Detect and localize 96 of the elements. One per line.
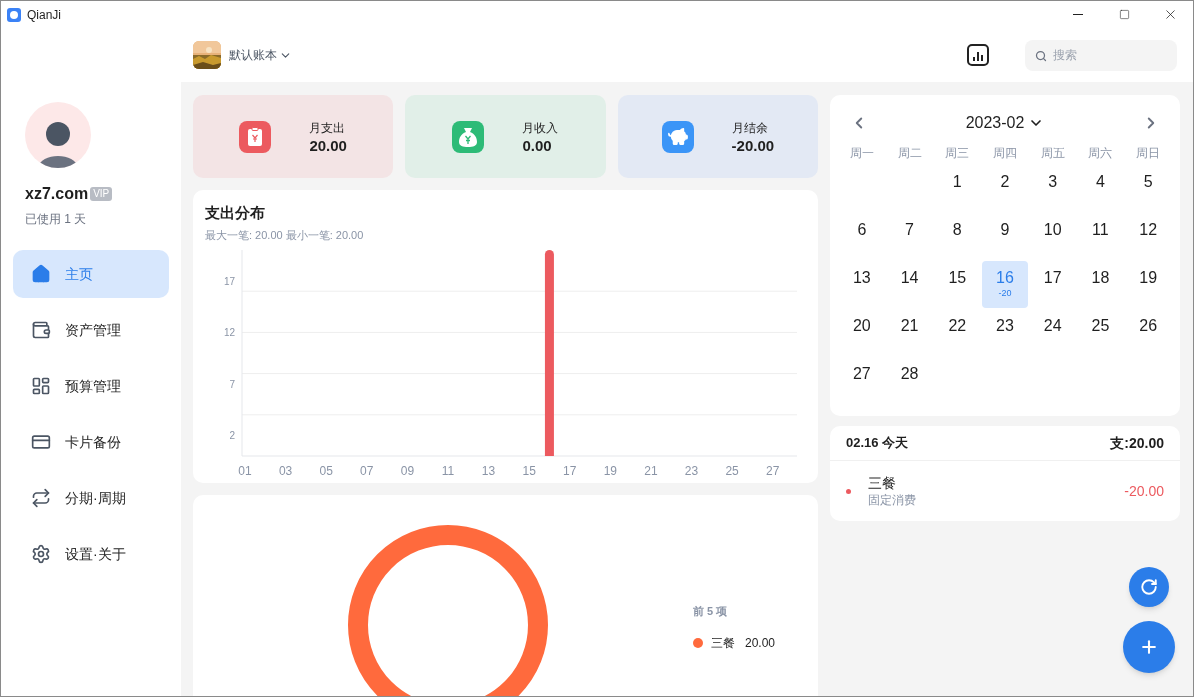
money-bag-icon: [452, 120, 485, 153]
calendar-day[interactable]: 27: [838, 356, 886, 404]
summary-label: 月收入: [522, 119, 559, 137]
weekday-label: 周日: [1135, 145, 1162, 162]
calendar-day[interactable]: 4: [1077, 164, 1124, 212]
home-icon: [31, 264, 51, 284]
y-tick-label: 7: [229, 378, 235, 390]
calendar-day[interactable]: 26: [1124, 308, 1172, 356]
x-tick-label: 15: [522, 464, 536, 478]
nav-item[interactable]: 预算管理: [13, 362, 169, 410]
summary-value: -20.00: [731, 136, 775, 155]
calendar-day[interactable]: 28: [886, 356, 933, 404]
weekday-label: 周一: [848, 145, 875, 162]
nav-item[interactable]: 分期·周期: [13, 474, 169, 522]
x-tick-label: 23: [684, 464, 699, 478]
calendar-day[interactable]: 18: [1077, 260, 1124, 308]
x-tick-label: 21: [644, 464, 658, 478]
calendar-day[interactable]: 15: [933, 260, 981, 308]
day-total: 支:20.00: [1110, 433, 1164, 453]
entry-amount: -20.00: [1124, 481, 1164, 501]
entry-name: 三餐: [868, 474, 897, 492]
x-tick-label: 25: [725, 464, 739, 478]
x-tick-label: 13: [481, 464, 496, 478]
calendar-day[interactable]: 14: [886, 260, 933, 308]
app-logo-icon: [7, 7, 21, 22]
search-field[interactable]: 搜索: [1025, 39, 1177, 71]
summary-value: 20.00: [309, 136, 347, 155]
summary-value: 0.00: [522, 136, 553, 155]
nav-item[interactable]: 设置·关于: [13, 530, 169, 578]
calendar-day[interactable]: 25: [1077, 308, 1124, 356]
month-selector[interactable]: 2023-02: [965, 111, 1045, 135]
calendar-day[interactable]: 13: [838, 260, 886, 308]
calendar-day[interactable]: 23: [981, 308, 1029, 356]
calendar-day[interactable]: 2: [981, 164, 1029, 212]
search-icon: [1035, 49, 1047, 62]
settings-icon: [31, 544, 51, 564]
calendar-day[interactable]: 10: [1029, 212, 1077, 260]
legend-title: 前 5 项: [693, 604, 729, 619]
chart-button[interactable]: [967, 44, 989, 66]
calendar-day[interactable]: 17: [1029, 260, 1077, 308]
receipt-icon: [239, 120, 272, 153]
maximize-icon: [1118, 9, 1130, 20]
calendar-day[interactable]: 12: [1124, 212, 1172, 260]
summary-label: 月支出: [309, 119, 347, 137]
x-tick-label: 11: [441, 464, 455, 478]
user-name: xz7.com: [25, 184, 89, 204]
x-tick-label: 07: [360, 464, 374, 478]
summary-label: 月结余: [731, 119, 769, 137]
legend-amount: 20.00: [745, 634, 776, 652]
chart-title: 支出分布: [204, 203, 266, 223]
plus-icon: [1139, 637, 1159, 657]
weekday-label: 周二: [896, 145, 923, 162]
y-tick-label: 17: [223, 275, 235, 287]
grid-icon: [31, 376, 51, 396]
calendar-day[interactable]: 22: [933, 308, 981, 356]
entry-category: 固定消费: [868, 492, 916, 508]
wallet-icon: [31, 320, 51, 340]
refresh-icon: [1140, 578, 1158, 596]
minimize-icon: [1073, 14, 1083, 15]
card-icon: [31, 432, 51, 452]
chart-subtitle: 最大一笔: 20.00 最小一笔: 20.00: [204, 228, 365, 243]
weekday-label: 周四: [992, 145, 1018, 162]
y-tick-label: 12: [223, 327, 235, 339]
x-tick-label: 05: [319, 464, 333, 478]
legend-label: 三餐: [711, 634, 735, 652]
book-selector[interactable]: 默认账本: [229, 46, 292, 64]
x-tick-label: 27: [765, 464, 780, 478]
calendar-day[interactable]: 3: [1029, 164, 1077, 212]
weekday-label: 周五: [1039, 145, 1066, 162]
calendar-day[interactable]: 8: [933, 212, 981, 260]
x-tick-label: 17: [563, 464, 577, 478]
x-tick-label: 03: [278, 464, 293, 478]
x-tick-label: 09: [400, 464, 415, 478]
nav-item[interactable]: 资产管理: [13, 306, 169, 354]
weekday-label: 周六: [1087, 145, 1114, 162]
window-title: QianJi: [27, 6, 61, 24]
calendar-day[interactable]: 9: [981, 212, 1029, 260]
calendar-day[interactable]: 20: [838, 308, 886, 356]
calendar-day[interactable]: 6: [838, 212, 886, 260]
usage-text: 已使用 1 天: [25, 211, 88, 228]
calendar-day[interactable]: 24: [1029, 308, 1077, 356]
x-tick-label: 19: [603, 464, 617, 478]
calendar-day[interactable]: 21: [886, 308, 933, 356]
nav-item[interactable]: 卡片备份: [13, 418, 169, 466]
calendar-day[interactable]: 5: [1124, 164, 1172, 212]
x-tick-label: 01: [238, 464, 252, 478]
calendar-day[interactable]: 11: [1077, 212, 1124, 260]
y-tick-label: 2: [229, 430, 235, 442]
calendar-day[interactable]: 7: [886, 212, 933, 260]
vip-badge: VIP: [90, 187, 113, 201]
calendar-day[interactable]: 1: [933, 164, 981, 212]
repeat-icon: [31, 488, 51, 508]
weekday-label: 周三: [944, 145, 971, 162]
calendar-day[interactable]: 19: [1124, 260, 1172, 308]
piggy-bank-icon: [661, 120, 694, 153]
day-date: 02.16 今天: [846, 434, 909, 453]
